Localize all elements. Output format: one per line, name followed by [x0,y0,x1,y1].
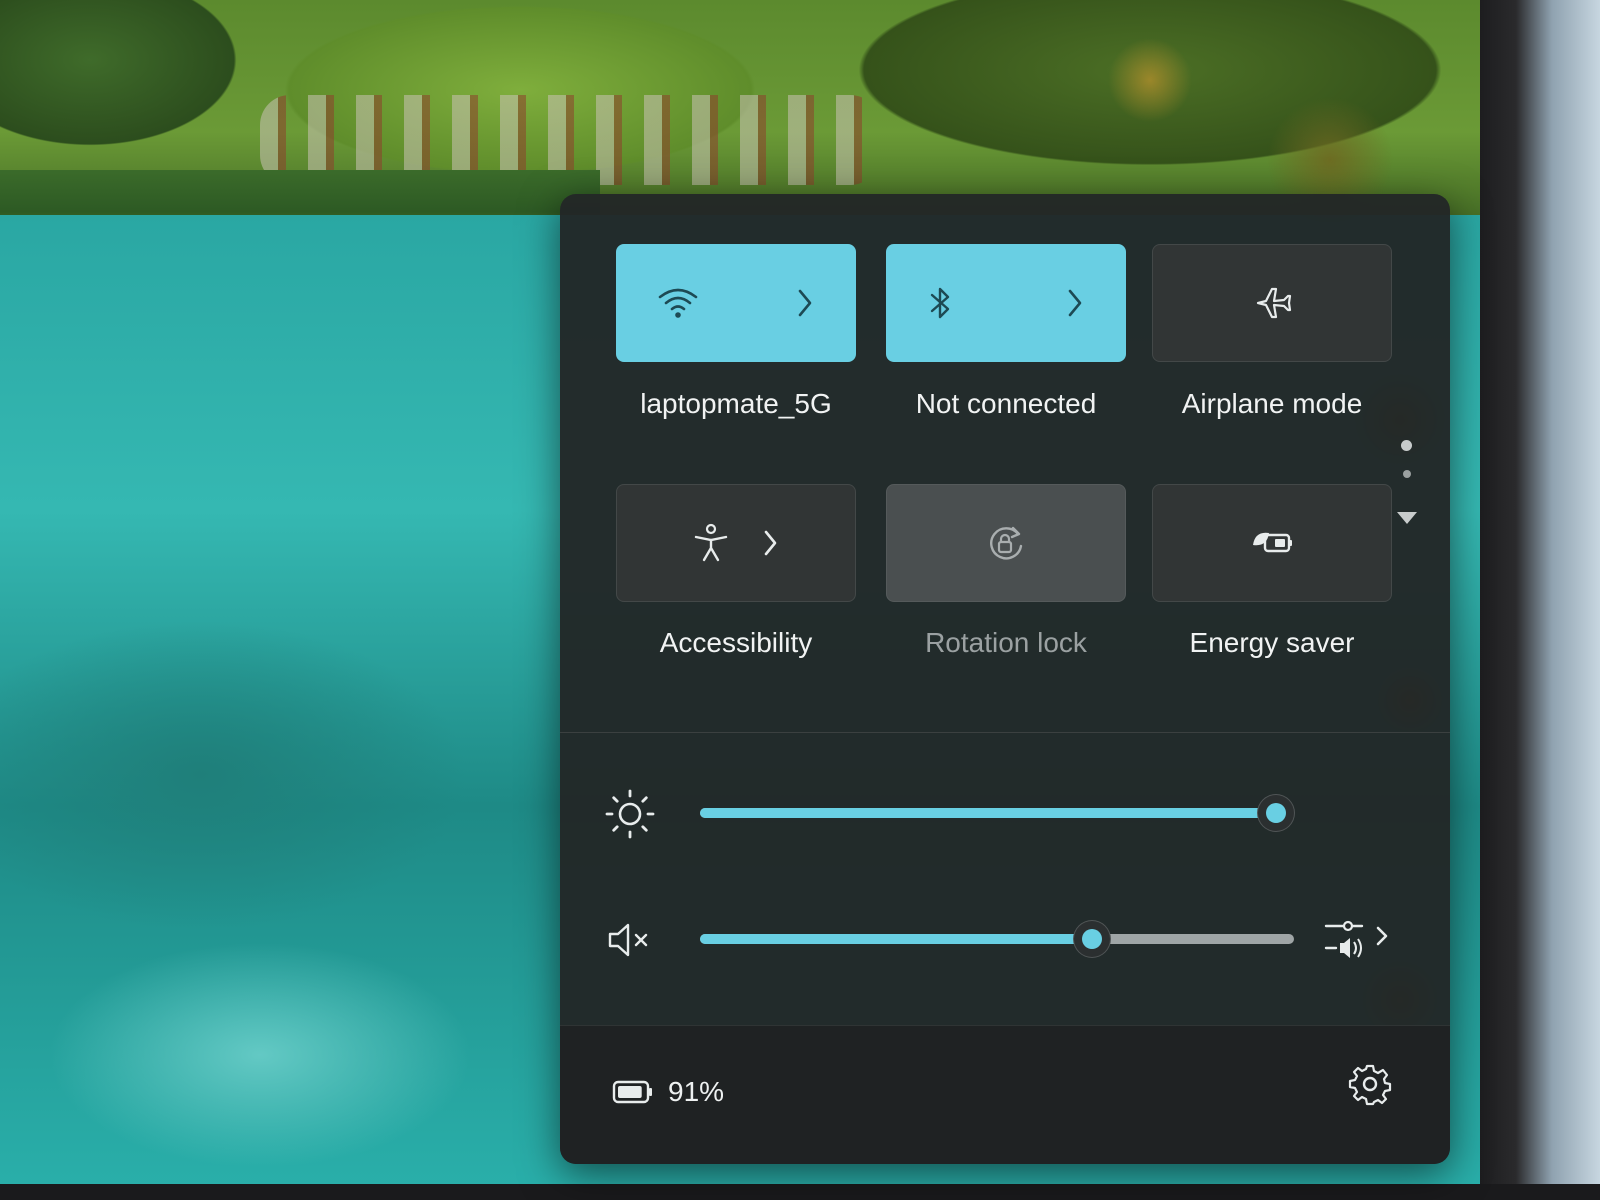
wifi-tile-label: laptopmate_5G [640,388,832,419]
quick-settings-footer: 91% [560,1025,1450,1164]
energy-saver-icon [1253,532,1292,553]
airplane-mode-tile[interactable] [1152,244,1392,362]
volume-slider-fill [700,934,1093,944]
wifi-tile[interactable] [616,244,856,362]
volume-muted-icon[interactable] [604,914,656,966]
battery-level-fill [618,1086,642,1098]
wifi-chevron-right-icon[interactable] [794,287,816,319]
bluetooth-tile[interactable] [886,244,1126,362]
screen-bezel-bottom [0,1184,1600,1200]
page-dot-current[interactable] [1401,440,1412,451]
quick-settings-tiles: laptopmate_5G Not connected Airplane mod… [560,194,1450,734]
tiles-page-indicator [1396,440,1417,530]
next-page-arrow-icon[interactable] [1397,512,1417,524]
battery-status[interactable]: 91% [612,1072,724,1112]
wifi-icon[interactable] [656,285,700,321]
accessibility-tile-label: Accessibility [659,627,813,658]
energy-saver-tile[interactable] [1152,484,1392,602]
battery-icon [612,1080,652,1104]
bluetooth-chevron-right-icon[interactable] [1064,287,1086,319]
bluetooth-tile-label: Not connected [915,388,1097,419]
brightness-slider[interactable] [700,795,1295,831]
airplane-icon [1256,287,1292,319]
page-dot[interactable] [1402,470,1411,478]
rotation-lock-icon [990,526,1023,560]
energy-saver-tile-label: Energy saver [1189,627,1355,658]
quick-settings-panel: laptopmate_5G Not connected Airplane mod… [560,194,1450,1164]
rotation-lock-tile-label: Rotation lock [925,627,1087,658]
brightness-slider-fill [700,808,1277,818]
accessibility-tile[interactable] [616,484,856,602]
gear-icon[interactable] [1348,1062,1392,1106]
screen-bezel-right [1480,0,1600,1200]
volume-slider[interactable] [700,921,1294,957]
volume-slider-thumb[interactable] [1074,921,1111,957]
audio-mixer-icon[interactable] [1322,914,1396,962]
tiles-divider [560,732,1450,733]
accessibility-icon [694,523,728,562]
brightness-row [560,782,1450,842]
battery-percent: 91% [668,1076,725,1107]
rotation-lock-tile[interactable] [886,484,1126,602]
brightness-slider-thumb[interactable] [1258,795,1295,831]
bluetooth-icon[interactable] [926,283,956,323]
brightness-icon [605,789,655,839]
airplane-mode-tile-label: Airplane mode [1181,388,1363,419]
accessibility-chevron-right-icon[interactable] [761,528,781,558]
volume-row [560,908,1450,968]
